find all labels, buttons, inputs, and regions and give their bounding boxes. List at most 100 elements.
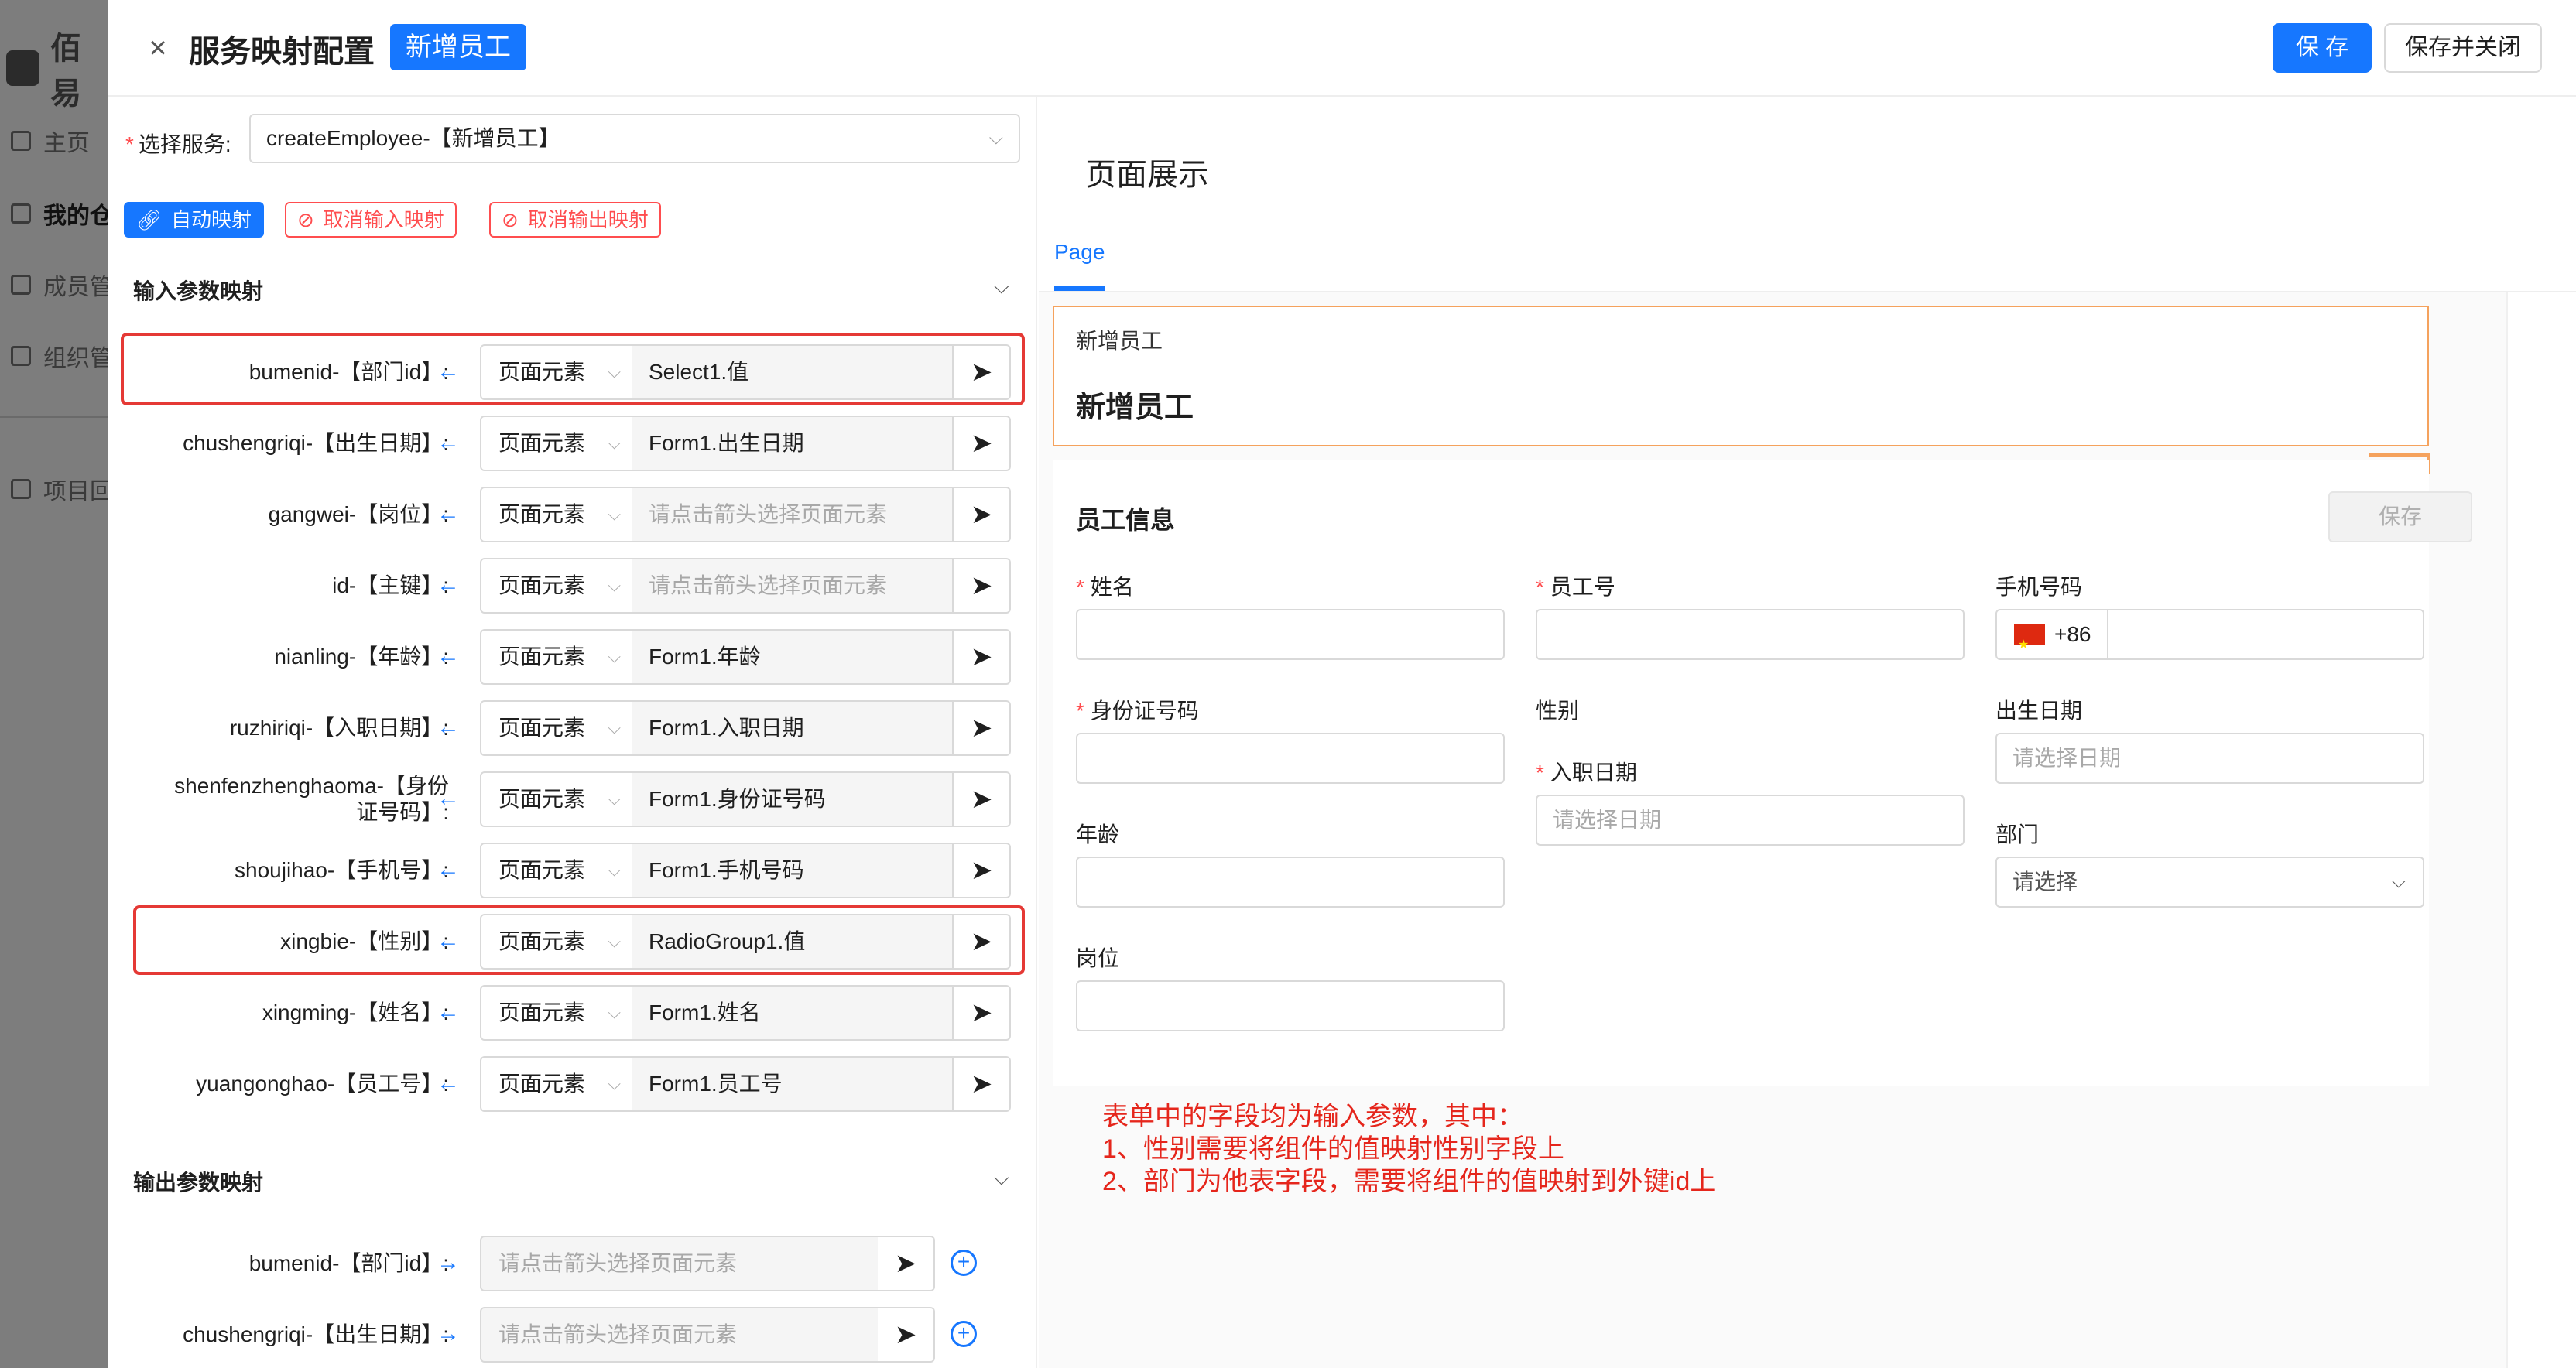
mapped-element-field[interactable]: 请点击箭头选择页面元素 (480, 1307, 879, 1363)
input-mapping-row: gangwei-【岗位】: ← 页面元素 ⌵ 请点击箭头选择页面元素 ➤ (108, 487, 1037, 542)
mapped-element-field[interactable]: Form1.员工号 (632, 1056, 954, 1112)
hire-date-picker[interactable]: 请选择日期 (1536, 795, 1965, 846)
pointer-pick-icon[interactable]: ➤ (954, 700, 1011, 756)
document-icon (11, 203, 31, 224)
service-tag: 新增员工 (390, 24, 526, 70)
collapse-icon[interactable]: ⌵ (994, 275, 1009, 299)
chevron-down-icon: ⌵ (608, 1003, 621, 1022)
source-type-select[interactable]: 页面元素 ⌵ (480, 843, 633, 898)
mapped-element-field[interactable]: Form1.年龄 (632, 629, 954, 685)
chevron-down-icon: ⌵ (608, 433, 621, 453)
employee-no-input[interactable] (1536, 609, 1965, 660)
trash-icon (11, 479, 31, 499)
source-type-select[interactable]: 页面元素 ⌵ (480, 700, 633, 756)
source-type-select[interactable]: 页面元素 ⌵ (480, 629, 633, 685)
tab-page[interactable]: Page (1054, 240, 1105, 265)
arrow-left-icon: ← (437, 429, 460, 455)
nav-item-mine[interactable]: 我的仓 (11, 197, 113, 231)
canvas-scrollbar[interactable] (2506, 292, 2556, 1368)
page-header-title: 新增员工 (1076, 392, 1194, 424)
source-type-select[interactable]: 页面元素 ⌵ (480, 771, 633, 827)
country-code-select[interactable]: +86 (1997, 610, 2108, 669)
nav-item-home[interactable]: 主页 (11, 124, 90, 158)
pointer-pick-icon[interactable]: ➤ (954, 771, 1011, 827)
output-mapping-row: bumenid-【部门id】: → 请点击箭头选择页面元素 ➤ + (108, 1236, 1037, 1291)
output-section-title: 输出参数映射 (133, 1171, 264, 1195)
page-header-card[interactable] (1053, 306, 2429, 446)
source-type-select[interactable]: 页面元素 ⌵ (480, 558, 633, 614)
mapped-element-field[interactable]: Form1.姓名 (632, 985, 954, 1041)
source-type-select[interactable]: 页面元素 ⌵ (480, 487, 633, 542)
arrow-right-icon: → (437, 1321, 460, 1346)
param-label: shenfenzhenghaoma-【身份证号码】: (174, 774, 449, 824)
pointer-pick-icon[interactable]: ➤ (954, 487, 1011, 542)
phone-input[interactable]: +86 (1995, 609, 2424, 669)
page-header-breadcrumb: 新增员工 (1076, 329, 1163, 353)
mapped-element-field[interactable]: Form1.入职日期 (632, 700, 954, 756)
cancel-input-map-button[interactable]: ⊘ 取消输入映射 (285, 202, 457, 238)
save-button[interactable]: 保 存 (2273, 23, 2372, 73)
pointer-pick-icon[interactable]: ➤ (954, 1056, 1011, 1112)
mapped-element-field[interactable]: Form1.身份证号码 (632, 771, 954, 827)
mapped-element-field[interactable]: 请点击箭头选择页面元素 (632, 558, 954, 614)
pointer-pick-icon[interactable]: ➤ (954, 416, 1011, 471)
phone-label: 手机号码 (1995, 575, 2083, 599)
param-label: chushengriqi-【出生日期】: (183, 1322, 449, 1346)
logo-icon (6, 50, 40, 86)
service-select[interactable]: createEmployee-【新增员工】 ⌵ (249, 114, 1020, 163)
auto-map-button[interactable]: 🔗︎ 自动映射 (124, 202, 265, 238)
page-preview-pane: 页面展示 Page 新增员工 新增员工 员工信息 保存 * 姓名 * 身份证号码 年… (1039, 97, 2576, 1368)
param-label: yuangonghao-【员工号】: (196, 1072, 449, 1096)
nav-item-recycle[interactable]: 项目回 (11, 472, 113, 506)
mapped-element-field[interactable]: 请点击箭头选择页面元素 (480, 1236, 879, 1291)
nav-item-members[interactable]: 成员管 (11, 268, 113, 302)
pointer-pick-icon[interactable]: ➤ (878, 1236, 935, 1291)
org-icon (11, 346, 31, 366)
department-label: 部门 (1995, 823, 2040, 846)
china-flag-icon (2014, 621, 2045, 669)
close-icon[interactable]: × (142, 32, 173, 63)
user-icon (11, 275, 31, 295)
brand-logo: 佰易 (6, 23, 108, 113)
output-mapping-row: chushengriqi-【出生日期】: → 请点击箭头选择页面元素 ➤ + (108, 1307, 1037, 1363)
arrow-right-icon: → (437, 1250, 460, 1275)
collapse-icon[interactable]: ⌵ (994, 1166, 1009, 1191)
add-circle-icon[interactable]: + (951, 1321, 977, 1347)
form-save-button[interactable]: 保存 (2328, 491, 2472, 542)
input-mapping-row: xingming-【姓名】: ← 页面元素 ⌵ Form1.姓名 ➤ (108, 985, 1037, 1041)
pointer-pick-icon[interactable]: ➤ (954, 985, 1011, 1041)
input-mapping-row: nianling-【年龄】: ← 页面元素 ⌵ Form1.年龄 ➤ (108, 629, 1037, 685)
highlight-xingbie (133, 905, 1025, 975)
save-and-close-button[interactable]: 保存并关闭 (2384, 23, 2542, 73)
mapped-element-field[interactable]: Form1.出生日期 (632, 416, 954, 471)
cancel-output-map-button[interactable]: ⊘ 取消输出映射 (489, 202, 661, 238)
chevron-down-icon: ⌵ (608, 718, 621, 737)
source-type-select[interactable]: 页面元素 ⌵ (480, 416, 633, 471)
name-input[interactable] (1076, 609, 1505, 660)
source-type-select[interactable]: 页面元素 ⌵ (480, 985, 633, 1041)
age-input[interactable] (1076, 857, 1505, 908)
source-type-select[interactable]: 页面元素 ⌵ (480, 1056, 633, 1112)
nav-item-org[interactable]: 组织管 (11, 339, 113, 373)
department-select[interactable]: 请选择 ⌵ (1995, 857, 2424, 908)
param-label: id-【主键】: (332, 573, 449, 597)
add-circle-icon[interactable]: + (951, 1250, 977, 1276)
highlight-bumenid (121, 333, 1025, 405)
id-number-input[interactable] (1076, 733, 1505, 784)
pointer-pick-icon[interactable]: ➤ (954, 843, 1011, 898)
selection-handle (2369, 453, 2430, 457)
post-input[interactable] (1076, 980, 1505, 1031)
birth-date-picker[interactable]: 请选择日期 (1995, 733, 2424, 784)
chevron-down-icon: ⌵ (608, 789, 621, 809)
unlink-icon: ⊘ (502, 208, 519, 231)
mapped-element-field[interactable]: 请点击箭头选择页面元素 (632, 487, 954, 542)
pointer-pick-icon[interactable]: ➤ (954, 629, 1011, 685)
arrow-left-icon: ← (437, 1070, 460, 1096)
pointer-pick-icon[interactable]: ➤ (878, 1307, 935, 1363)
input-mapping-row: id-【主键】: ← 页面元素 ⌵ 请点击箭头选择页面元素 ➤ (108, 558, 1037, 614)
mapped-element-field[interactable]: Form1.手机号码 (632, 843, 954, 898)
form-title: 员工信息 (1076, 506, 1176, 534)
unlink-icon: ⊘ (297, 208, 314, 231)
chevron-down-icon: ⌵ (608, 576, 621, 595)
pointer-pick-icon[interactable]: ➤ (954, 558, 1011, 614)
